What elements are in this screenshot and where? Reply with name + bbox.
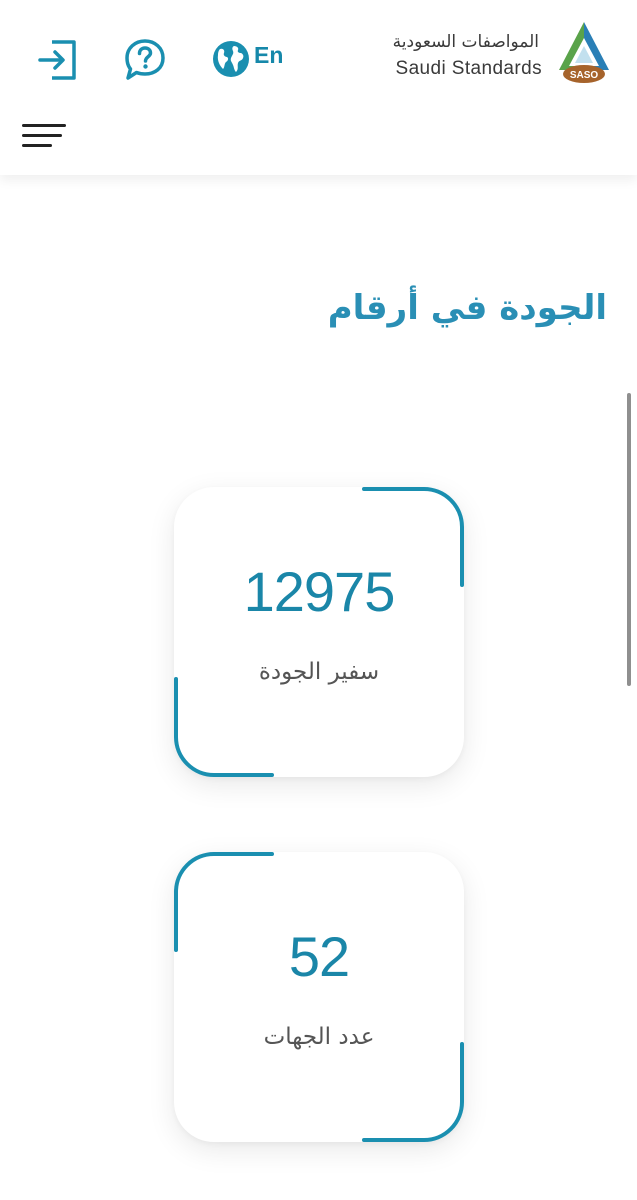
stat-card: 52 عدد الجهات [174, 852, 464, 1142]
globe-icon [213, 41, 249, 77]
stat-value: 12975 [243, 560, 396, 623]
saso-logo[interactable]: المواصفات السعودية Saudi Standards SASO [392, 20, 617, 84]
help-icon[interactable] [123, 38, 167, 82]
stat-label: سفير الجودة [258, 659, 380, 685]
stat-value: 52 [288, 925, 350, 988]
language-label: En [254, 41, 284, 68]
top-header: En المواصفات السعودية Saudi Standards SA… [0, 0, 637, 175]
logo-english-name: Saudi Standards [395, 58, 542, 79]
section-title: الجودة في أرقام [327, 288, 607, 328]
card-accent-frame [174, 487, 464, 777]
card-accent-frame [174, 852, 464, 1142]
saso-logo-mark: SASO [559, 22, 609, 83]
language-toggle[interactable]: En [212, 38, 283, 80]
logo-arabic-name: المواصفات السعودية [392, 32, 540, 52]
menu-icon[interactable] [22, 124, 68, 150]
logo-badge-text: SASO [570, 70, 599, 81]
stat-label: عدد الجهات [263, 1024, 375, 1050]
login-icon[interactable] [38, 38, 80, 82]
scrollbar[interactable] [627, 393, 631, 686]
stat-card: 12975 سفير الجودة [174, 487, 464, 777]
